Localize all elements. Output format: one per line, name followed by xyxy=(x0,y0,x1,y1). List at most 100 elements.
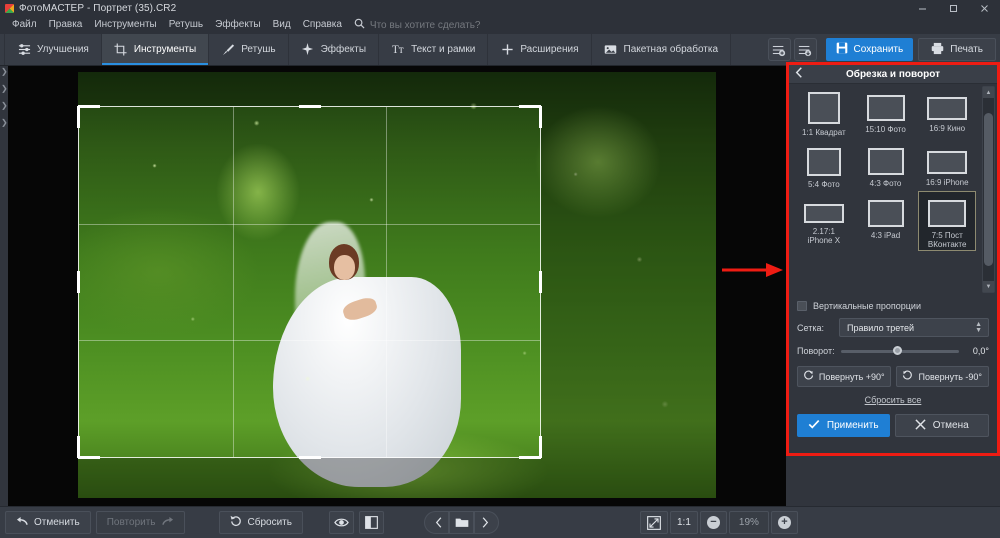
menu-item-retouch[interactable]: Ретушь xyxy=(163,16,209,34)
rotate-ccw-button[interactable]: Повернуть -90° xyxy=(895,366,989,387)
rotate-cw-button[interactable]: Повернуть +90° xyxy=(797,366,891,387)
preset-label: 16:9 Кино xyxy=(929,124,966,133)
reset-all-link[interactable]: Сбросить все xyxy=(797,395,989,405)
preset-16-9-cinema[interactable]: 16:9 Кино xyxy=(918,85,976,139)
tab-effects[interactable]: Эффекты xyxy=(289,34,380,65)
crop-handle-top-right[interactable] xyxy=(539,106,542,128)
preset-thumb xyxy=(806,148,841,176)
close-button[interactable] xyxy=(969,0,1000,16)
app-window: ФотоМАСТЕР - Портрет (35).CR2 Файл Правк… xyxy=(0,0,1000,538)
menu-item-view[interactable]: Вид xyxy=(267,16,297,34)
grid-select[interactable]: Правило третей ▲ ▼ xyxy=(839,318,989,337)
tab-batch-processing[interactable]: Пакетная обработка xyxy=(592,34,732,65)
scroll-up-icon[interactable]: ▲ xyxy=(983,87,994,98)
undo-button[interactable]: Отменить xyxy=(5,511,91,534)
brush-icon xyxy=(221,43,235,57)
redo-button[interactable]: Повторить xyxy=(95,511,185,534)
cancel-button[interactable]: Отмена xyxy=(894,414,989,437)
panel-header: Обрезка и поворот xyxy=(789,65,997,84)
scroll-down-icon[interactable]: ▼ xyxy=(983,281,994,292)
nav-prev-button[interactable] xyxy=(424,511,449,534)
crop-icon xyxy=(114,43,128,57)
save-button[interactable]: Сохранить xyxy=(825,38,914,61)
crop-handle-bottom-left[interactable] xyxy=(77,436,80,458)
crop-grid-line xyxy=(79,223,540,225)
reset-button[interactable]: Сбросить xyxy=(218,511,303,534)
menu-item-help[interactable]: Справка xyxy=(297,16,348,34)
preset-2-17-1-iphone-x[interactable]: 2.17:1 iPhone X xyxy=(795,191,853,251)
rotation-slider[interactable] xyxy=(840,346,959,355)
crop-handle-bottom-right[interactable] xyxy=(539,436,542,458)
rail-chevron-icon[interactable]: ❯ xyxy=(0,68,8,76)
rail-chevron-icon[interactable]: ❯ xyxy=(0,119,8,127)
maximize-button[interactable] xyxy=(938,0,969,16)
eye-icon[interactable] xyxy=(328,511,354,534)
preset-thumb xyxy=(928,200,967,227)
nav-next-button[interactable] xyxy=(474,511,499,534)
scrollbar-thumb[interactable] xyxy=(984,113,993,266)
annotation-arrow-icon xyxy=(722,262,784,283)
minimize-button[interactable] xyxy=(907,0,938,16)
zoom-out-button[interactable]: − xyxy=(699,511,727,534)
preset-15-10-photo[interactable]: 15:10 Фото xyxy=(857,85,915,139)
checkbox-box[interactable] xyxy=(797,301,807,311)
menu-item-tools[interactable]: Инструменты xyxy=(88,16,162,34)
image-canvas[interactable] xyxy=(8,66,786,506)
preset-4-3-ipad[interactable]: 4:3 iPad xyxy=(857,191,915,251)
fit-screen-button[interactable] xyxy=(640,511,668,534)
cancel-button-label: Отмена xyxy=(932,420,969,431)
tab-retouch-label: Ретушь xyxy=(241,44,276,55)
zoom-level-value: 19% xyxy=(728,511,769,534)
check-icon xyxy=(808,418,820,433)
crop-frame[interactable] xyxy=(77,105,542,459)
presets-scrollbar[interactable]: ▲ ▼ xyxy=(982,86,995,293)
crop-handle-bottom[interactable] xyxy=(298,456,321,459)
menu-item-effects[interactable]: Эффекты xyxy=(209,16,266,34)
crop-handle-top-right[interactable] xyxy=(519,105,541,108)
preset-load-icon[interactable] xyxy=(793,38,817,61)
crop-handle-right[interactable] xyxy=(539,271,542,293)
crop-handle-top[interactable] xyxy=(298,105,321,108)
compare-icon[interactable] xyxy=(358,511,384,534)
tab-tools[interactable]: Инструменты xyxy=(101,34,210,65)
crop-handle-left[interactable] xyxy=(77,271,80,293)
spinner-icon[interactable]: ▲ ▼ xyxy=(975,321,982,334)
vertical-proportions-checkbox[interactable]: Вертикальные пропорции xyxy=(797,301,989,311)
rotate-ccw-icon xyxy=(902,370,913,383)
chevron-left-icon[interactable] xyxy=(795,65,803,83)
preset-16-9-iphone[interactable]: 16:9 iPhone xyxy=(918,139,976,191)
preset-add-icon[interactable] xyxy=(767,38,791,61)
crop-handle-top-left[interactable] xyxy=(77,106,80,128)
tab-extensions[interactable]: Расширения xyxy=(488,34,592,65)
actual-size-button[interactable]: 1:1 xyxy=(670,511,698,534)
zoom-controls: 1:1 − 19% + xyxy=(640,511,798,534)
tab-text-and-frames-label: Текст и рамки xyxy=(411,44,476,55)
menu-search[interactable]: Что вы хотите сделать? xyxy=(354,16,480,34)
crop-handle-top-left[interactable] xyxy=(78,105,100,108)
search-icon xyxy=(354,16,365,34)
preset-5-4-photo[interactable]: 5:4 Фото xyxy=(795,139,853,191)
crop-handle-bottom-left[interactable] xyxy=(78,456,100,459)
preset-label: 16:9 iPhone xyxy=(925,178,969,187)
rail-chevron-icon[interactable]: ❯ xyxy=(0,102,8,110)
preset-7-5-vk-post[interactable]: 7:5 Пост ВКонтакте xyxy=(918,191,977,251)
rail-chevron-icon[interactable]: ❯ xyxy=(0,85,8,93)
nav-folder-button[interactable] xyxy=(449,511,474,534)
tab-retouch[interactable]: Ретушь xyxy=(209,34,289,65)
print-button[interactable]: Печать xyxy=(918,38,996,61)
tab-text-and-frames[interactable]: Tт Текст и рамки xyxy=(379,34,489,65)
text-icon: Tт xyxy=(391,43,405,57)
preset-label: 1:1 Квадрат xyxy=(802,128,846,137)
preset-1-1-square[interactable]: 1:1 Квадрат xyxy=(795,85,853,139)
rotation-slider-knob[interactable] xyxy=(892,346,902,355)
apply-button[interactable]: Применить xyxy=(797,414,890,437)
menu-item-file[interactable]: Файл xyxy=(6,16,43,34)
grid-select-row: Сетка: Правило третей ▲ ▼ xyxy=(797,318,989,337)
zoom-in-button[interactable]: + xyxy=(770,511,798,534)
tab-enhancements[interactable]: Улучшения xyxy=(4,34,102,65)
menu-item-edit[interactable]: Правка xyxy=(43,16,89,34)
preset-4-3-photo[interactable]: 4:3 Фото xyxy=(857,139,915,191)
window-title: ФотоМАСТЕР - Портрет (35).CR2 xyxy=(19,2,177,14)
crop-handle-bottom-right[interactable] xyxy=(519,456,541,459)
title-bar: ФотоМАСТЕР - Портрет (35).CR2 xyxy=(0,0,1000,16)
